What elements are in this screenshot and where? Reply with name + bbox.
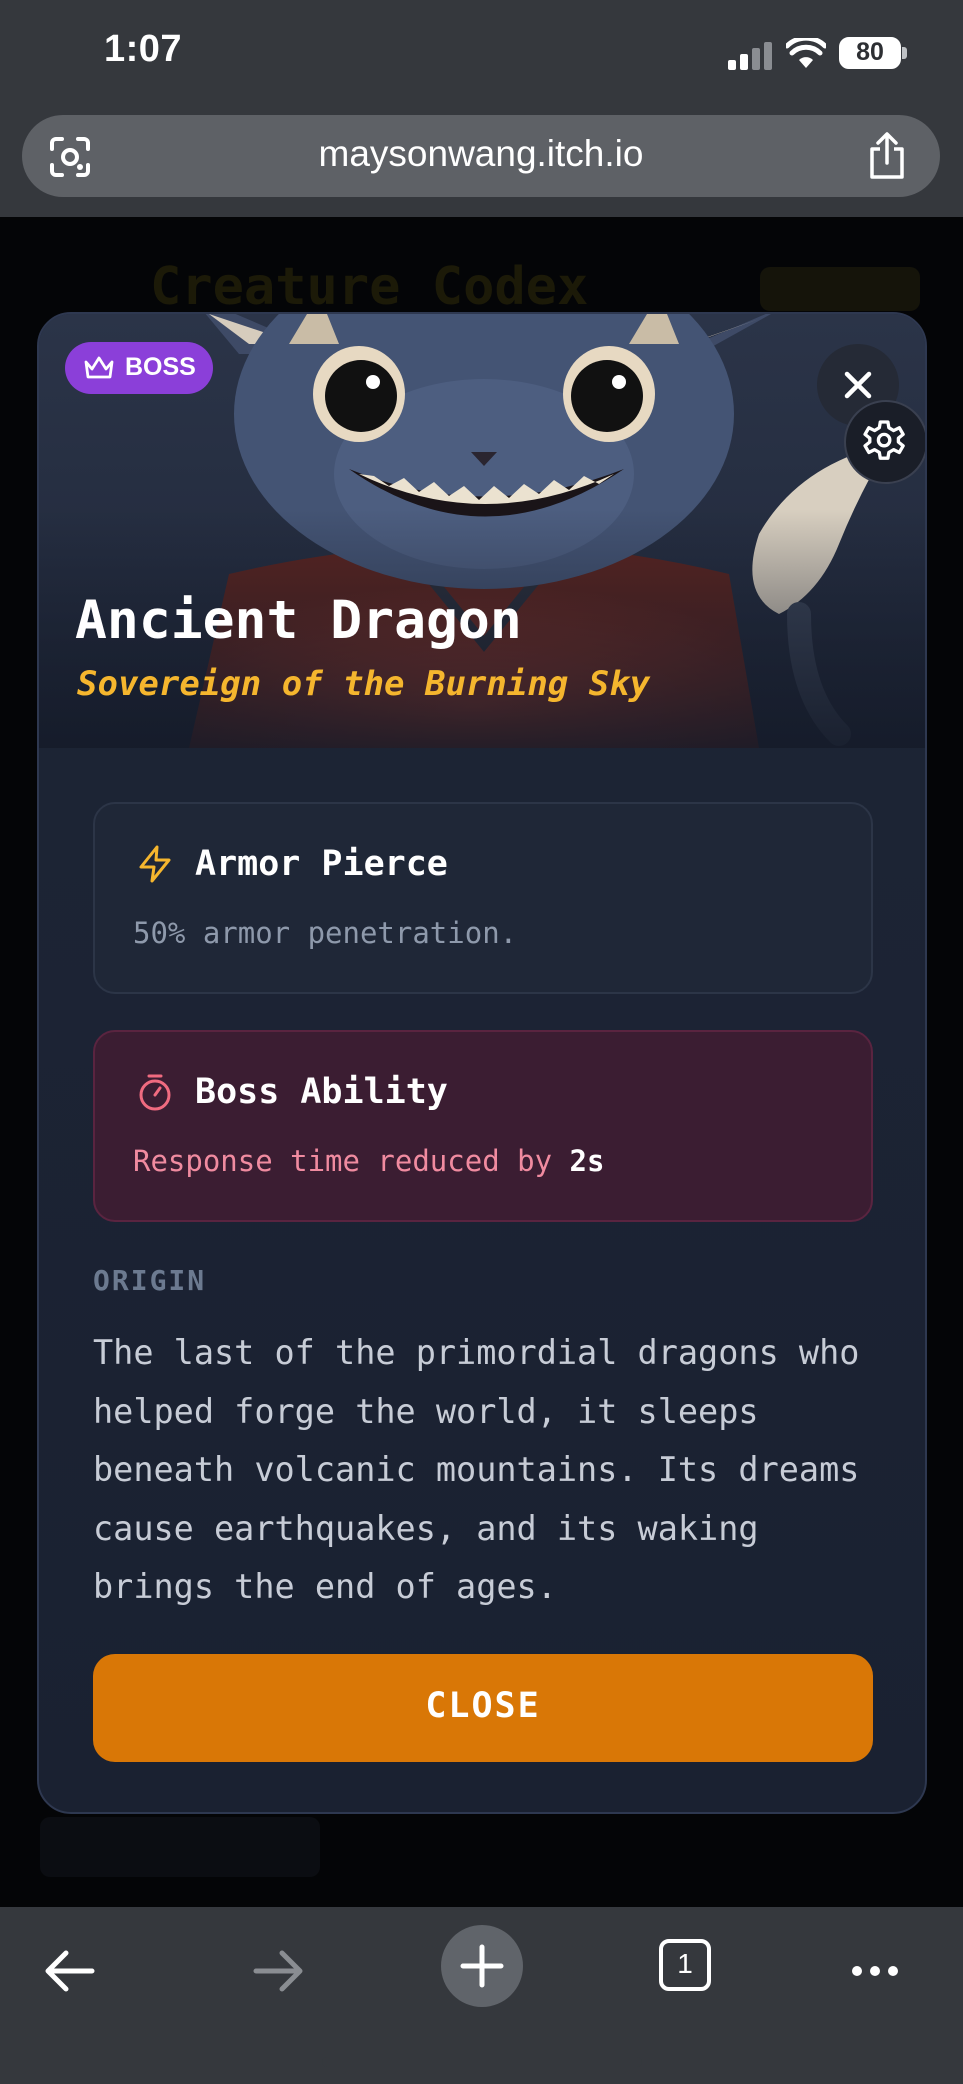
more-icon[interactable]: [835, 1931, 915, 2011]
forward-arrow-icon[interactable]: [236, 1931, 316, 2011]
status-bar: 1:07 80: [0, 0, 963, 105]
background-element: [40, 1817, 320, 1877]
browser-url-area: maysonwang.itch.io: [0, 105, 963, 217]
ability-card: Armor Pierce 50% armor penetration.: [93, 802, 873, 994]
new-tab-button[interactable]: [441, 1925, 523, 2007]
url-text: maysonwang.itch.io: [318, 133, 644, 174]
share-icon[interactable]: [864, 131, 910, 181]
address-bar[interactable]: maysonwang.itch.io: [22, 115, 940, 197]
gear-icon: [863, 420, 905, 460]
creature-title: Sovereign of the Burning Sky: [77, 664, 651, 704]
close-button[interactable]: CLOSE: [93, 1654, 873, 1762]
browser-toolbar: 1: [0, 1907, 963, 2084]
creature-detail-modal: BOSS Ancient Dragon Sovereign of the Bur…: [37, 312, 927, 1814]
boss-badge-label: BOSS: [125, 353, 196, 381]
boss-badge: BOSS: [65, 342, 213, 394]
settings-button[interactable]: [844, 400, 925, 484]
ability-name: Armor Pierce: [195, 844, 448, 884]
boss-ability-description: Response time reduced by 2s: [133, 1144, 604, 1178]
battery-level: 80: [856, 38, 884, 66]
background-button: [760, 267, 920, 311]
origin-label: ORIGIN: [93, 1264, 207, 1297]
boss-ability-description-text: Response time reduced by: [133, 1144, 553, 1178]
plus-icon: [460, 1944, 504, 1988]
battery-nub: [902, 47, 907, 59]
cellular-signal-icon: [728, 42, 774, 70]
status-time: 1:07: [104, 28, 183, 70]
origin-text: The last of the primordial dragons who h…: [93, 1333, 860, 1606]
boss-ability-value: 2s: [569, 1144, 605, 1178]
boss-ability-name: Boss Ability: [195, 1072, 448, 1112]
creature-name: Ancient Dragon: [75, 590, 522, 651]
back-arrow-icon[interactable]: [32, 1931, 112, 2011]
tab-count: 1: [677, 1948, 693, 1979]
timer-icon: [139, 1074, 171, 1111]
close-button-label: CLOSE: [425, 1686, 541, 1726]
background-page-title: Creature Codex: [150, 257, 589, 317]
battery-indicator: 80: [839, 37, 901, 69]
boss-ability-card: Boss Ability Response time reduced by 2s: [93, 1030, 873, 1222]
creature-hero: BOSS Ancient Dragon Sovereign of the Bur…: [39, 314, 925, 748]
lightning-icon: [139, 845, 171, 883]
wifi-icon: [786, 38, 826, 68]
home-indicator: [322, 2057, 642, 2067]
tabs-button[interactable]: 1: [659, 1939, 711, 1991]
crown-icon: [84, 356, 114, 379]
ability-description: 50% armor penetration.: [133, 916, 518, 950]
